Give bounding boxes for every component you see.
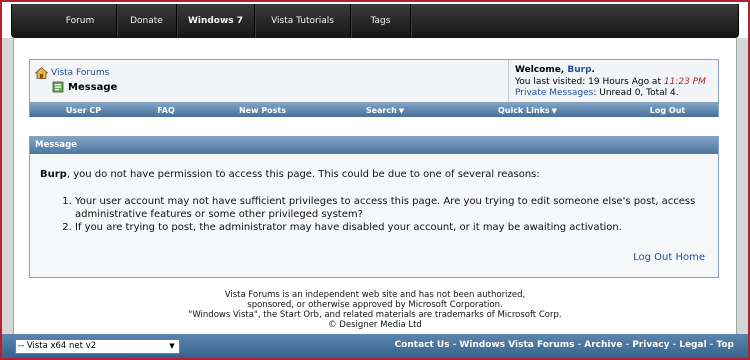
footer-separator: - xyxy=(577,340,582,350)
breadcrumb-current: Message xyxy=(52,81,117,93)
footer-links: Contact Us - Windows Vista Forums - Archive -… xyxy=(395,334,734,358)
private-messages-counts: : Unread 0, Total 4. xyxy=(593,88,679,98)
footer-link-top[interactable]: Top xyxy=(716,340,734,350)
top-nav-donate[interactable]: Donate xyxy=(117,4,177,38)
chevron-down-icon: ▼ xyxy=(169,342,175,350)
page-title: Message xyxy=(68,81,118,93)
welcome-greeting: Welcome, xyxy=(515,65,565,75)
navbar-user-cp[interactable]: User CP xyxy=(30,103,137,118)
message-logout-link[interactable]: Log Out xyxy=(633,252,672,263)
footer-line: Vista Forums is an independent web site … xyxy=(224,290,526,300)
footer-link-archive[interactable]: Archive xyxy=(584,340,622,350)
message-intro-text: , you do not have permission to access t… xyxy=(66,169,540,180)
footer-separator: - xyxy=(709,340,714,350)
top-nav-forum[interactable]: Forum xyxy=(44,4,117,38)
style-select[interactable]: -- Vista x64 net v2 ▼ xyxy=(15,339,180,354)
footer-separator: - xyxy=(452,340,457,350)
footer-link-windows-vista-forums[interactable]: Windows Vista Forums xyxy=(459,340,574,350)
message-intro: Burp, you do not have permission to acce… xyxy=(40,168,708,181)
message-box: Message Burp, you do not have permission… xyxy=(29,136,719,278)
top-nav-vista-tutorials[interactable]: Vista Tutorials xyxy=(255,4,351,38)
footer-separator: - xyxy=(672,340,677,350)
private-messages-line: Private Messages: Unread 0, Total 4. xyxy=(515,88,718,99)
breadcrumb-home[interactable]: Vista Forums xyxy=(35,67,109,79)
footer-line: © Designer Media Ltd xyxy=(328,320,422,330)
last-visit-time: 11:23 PM xyxy=(663,77,706,87)
bottom-bar: -- Vista x64 net v2 ▼ Contact Us - Windows… xyxy=(2,334,748,358)
message-home-link[interactable]: Home xyxy=(675,252,705,263)
navbar-search[interactable]: Search ▼ xyxy=(350,103,420,118)
footer-line: sponsored, or otherwise approved by Micr… xyxy=(247,300,503,310)
navbar-box: Vista Forums Message Welcome, Burp. You … xyxy=(29,59,719,117)
navbar-search-label: Search xyxy=(365,106,397,115)
welcome-username-link[interactable]: Burp xyxy=(567,65,591,75)
breadcrumb: Vista Forums Message xyxy=(30,60,508,102)
message-links: Log Out Home xyxy=(633,252,705,263)
breadcrumb-home-link[interactable]: Vista Forums xyxy=(51,68,109,78)
top-nav-windows7[interactable]: Windows 7 xyxy=(177,4,255,38)
message-header: Message xyxy=(30,137,718,154)
top-nav: Forum Donate Windows 7 Vista Tutorials T… xyxy=(44,4,411,38)
footer-separator: - xyxy=(625,340,630,350)
reasons-list: Your user account may not have sufficien… xyxy=(40,195,708,234)
style-select-value: -- Vista x64 net v2 xyxy=(18,341,97,351)
message-username: Burp xyxy=(40,169,67,180)
message-body: Burp, you do not have permission to acce… xyxy=(30,154,718,234)
chevron-down-icon: ▼ xyxy=(398,107,405,115)
navbar-new-posts[interactable]: New Posts xyxy=(225,103,300,118)
footer-link-contact-us[interactable]: Contact Us xyxy=(395,340,450,350)
reason-item: If you are trying to post, the administr… xyxy=(75,221,708,234)
message-icon xyxy=(52,81,64,93)
top-bar: Forum Donate Windows 7 Vista Tutorials T… xyxy=(2,2,748,38)
footer-disclaimer: Vista Forums is an independent web site … xyxy=(0,290,750,330)
navbar-log-out[interactable]: Log Out xyxy=(630,103,705,118)
private-messages-link[interactable]: Private Messages xyxy=(515,88,593,98)
footer-link-legal[interactable]: Legal xyxy=(679,340,706,350)
top-nav-bar: Forum Donate Windows 7 Vista Tutorials T… xyxy=(11,4,739,38)
top-nav-tags[interactable]: Tags xyxy=(351,4,411,38)
last-visit-line: You last visited: 19 Hours Ago at 11:23 … xyxy=(515,76,718,88)
welcome-panel: Welcome, Burp. You last visited: 19 Hour… xyxy=(508,60,718,102)
navbar-quick-links[interactable]: Quick Links ▼ xyxy=(490,103,565,118)
navbar-links: User CP FAQ New Posts Search ▼ Quick Link… xyxy=(30,102,718,117)
navbar-faq[interactable]: FAQ xyxy=(137,103,195,118)
navbar-quick-links-label: Quick Links xyxy=(497,106,550,115)
footer-link-privacy[interactable]: Privacy xyxy=(632,340,669,350)
footer-line: "Windows Vista", the Start Orb, and rela… xyxy=(188,310,562,320)
reason-item: Your user account may not have sufficien… xyxy=(75,195,708,221)
welcome-line: Welcome, Burp. xyxy=(515,65,718,76)
last-visit-text: You last visited: 19 Hours Ago at xyxy=(515,77,661,87)
welcome-period: . xyxy=(591,65,595,75)
home-icon xyxy=(35,67,48,79)
chevron-down-icon: ▼ xyxy=(551,107,558,115)
